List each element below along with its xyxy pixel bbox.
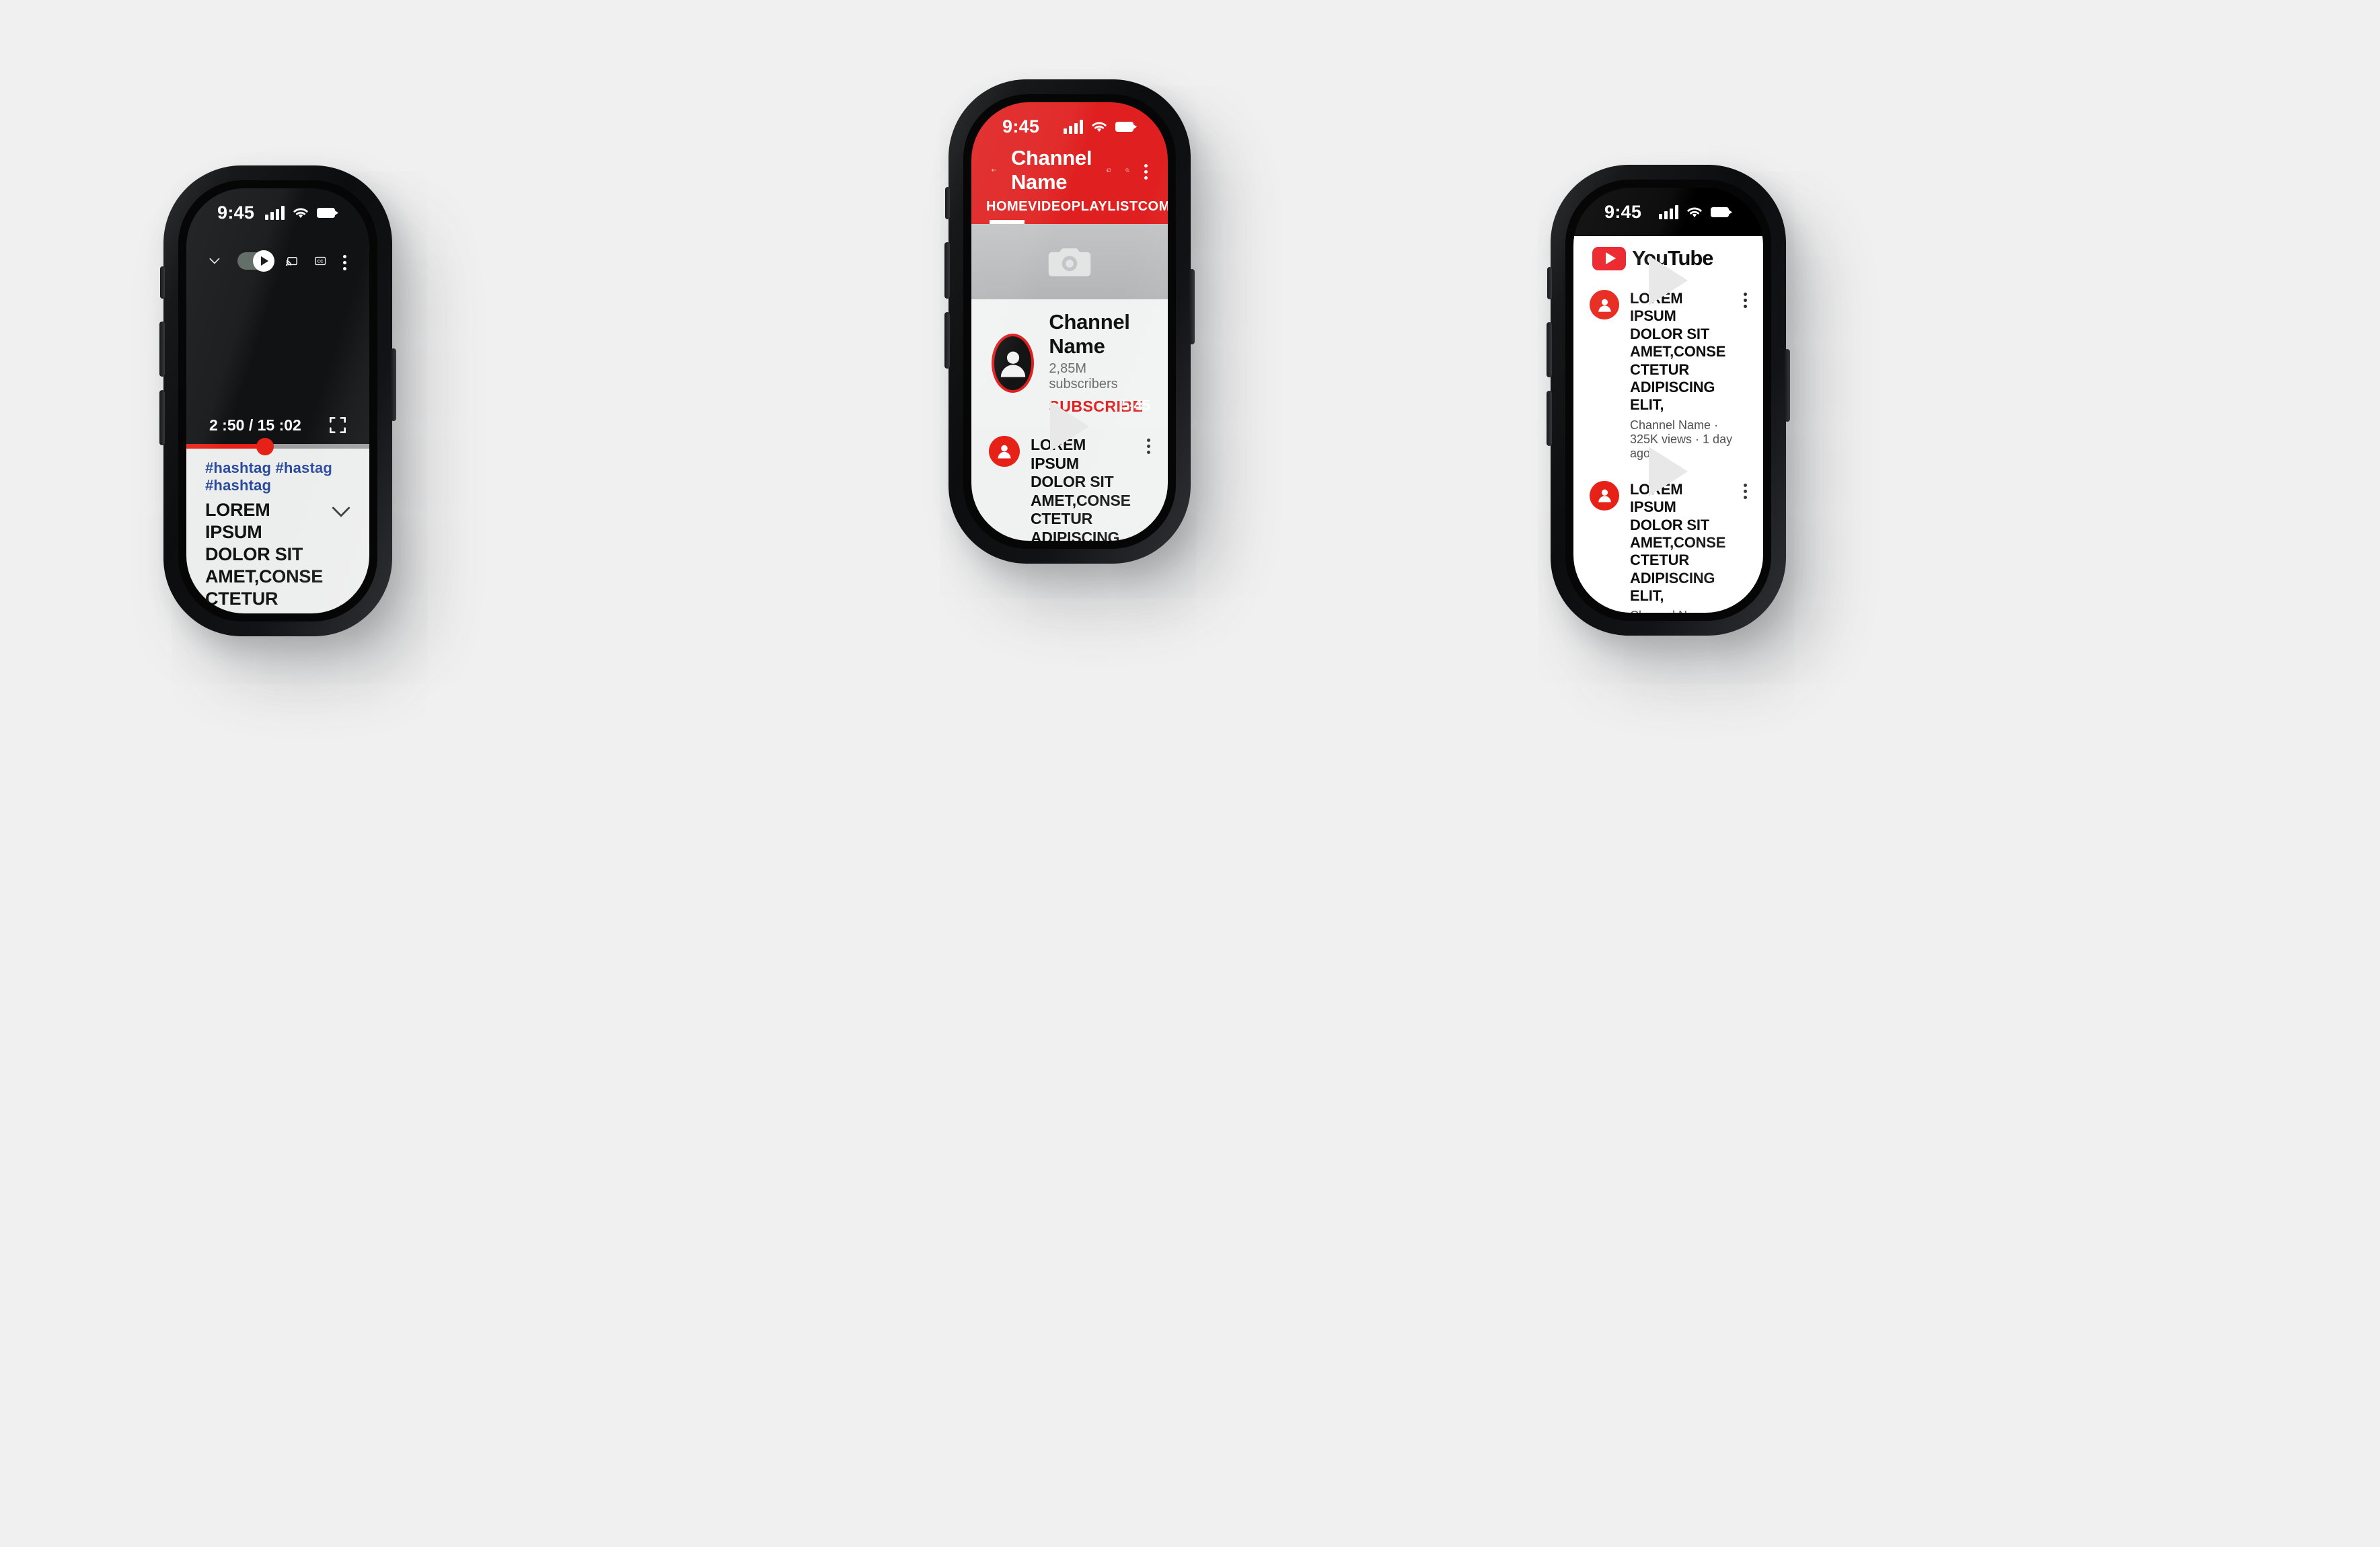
video-player[interactable]: CC 2 :50 / 15 :02: [186, 237, 369, 455]
battery-icon: [1115, 121, 1137, 132]
svg-text:CC: CC: [317, 260, 324, 264]
signal-bars-icon: [1659, 204, 1678, 219]
signal-bars-icon: [265, 205, 285, 220]
battery-icon: [317, 207, 338, 218]
side-button-volume-down[interactable]: [159, 390, 165, 445]
phone-1-video-player: 9:45 CC 2:50 / 15:02 #hashtag #hastag …: [159, 165, 396, 636]
phone-2-channel-page: 9:45 Channel Name HOME VIDEO PLAYLIST CO…: [944, 79, 1195, 564]
video-duration: 5.45: [1717, 251, 1746, 268]
chevron-down-icon[interactable]: [332, 506, 350, 518]
tab-community[interactable]: COMMUNITY: [1138, 192, 1168, 224]
more-vertical-icon[interactable]: [1147, 436, 1150, 454]
video-hashtags[interactable]: #hashtag #hastag #hashtag: [205, 459, 350, 494]
status-icons: [1064, 119, 1137, 134]
player-top-controls: CC: [186, 237, 369, 278]
wifi-icon: [293, 208, 308, 219]
video-title: LOREM IPSUM DOLOR SIT AMET,CONSE CTETUR …: [1630, 290, 1726, 414]
video-duration: 5.45: [1121, 397, 1150, 414]
signal-bars-icon: [1064, 119, 1083, 134]
channel-toolbar: Channel Name: [971, 146, 1168, 194]
phone-2-bezel: 9:45 Channel Name HOME VIDEO PLAYLIST CO…: [963, 94, 1176, 549]
total-time: 15 :02: [257, 416, 301, 434]
channel-tabs: HOME VIDEO PLAYLIST COMMUNITY: [971, 192, 1168, 224]
time-display: 2 :50 / 15 :02: [209, 416, 301, 435]
channel-subscribers: 2,85M subscribers: [1049, 361, 1118, 391]
channel-header: Channel Name HOME VIDEO PLAYLIST COMMUNI…: [971, 146, 1168, 224]
tab-playlist[interactable]: PLAYLIST: [1072, 192, 1138, 224]
phone-2-screen: 9:45 Channel Name HOME VIDEO PLAYLIST CO…: [971, 102, 1168, 541]
account-avatar-icon: [1590, 290, 1619, 319]
status-time: 9:45: [1604, 201, 1642, 222]
more-vertical-icon[interactable]: [1744, 481, 1747, 499]
current-time: 2 :50: [209, 416, 245, 434]
side-button-volume-up[interactable]: [944, 242, 950, 299]
channel-name: Channel Name: [1049, 310, 1130, 358]
status-icons: [265, 205, 338, 220]
side-button-volume-up[interactable]: [159, 322, 165, 377]
phone-3-screen: 9:45 YouTube 5.45 LOREM IPSUM DOLOR SIT …: [1573, 188, 1763, 613]
tab-home[interactable]: HOME: [986, 192, 1028, 224]
side-button-volume-down[interactable]: [1547, 391, 1552, 446]
wifi-icon: [1092, 122, 1107, 133]
phone-2-status-bar: 9:45: [971, 102, 1168, 151]
side-button-power[interactable]: [1189, 269, 1195, 344]
account-avatar-icon: [989, 436, 1020, 467]
video-title: LOREM IPSUM DOLOR SIT AMET,CONSE CTETUR …: [1031, 436, 1131, 541]
cast-icon[interactable]: [285, 252, 297, 270]
status-time: 9:45: [217, 202, 255, 223]
side-button-mute[interactable]: [1547, 267, 1552, 299]
phone-3-bezel: 9:45 YouTube 5.45 LOREM IPSUM DOLOR SIT …: [1565, 180, 1771, 621]
status-icons: [1659, 204, 1732, 219]
player-transport-controls: [186, 278, 369, 406]
side-button-mute[interactable]: [945, 187, 950, 219]
video-duration: 5.45: [1717, 441, 1746, 459]
wifi-icon: [1687, 207, 1702, 218]
video-title: LOREM IPSUM DOLOR SIT AMET,CONSE CTETUR …: [205, 500, 324, 613]
fullscreen-icon[interactable]: [329, 416, 346, 434]
phone-3-home-feed: 9:45 YouTube 5.45 LOREM IPSUM DOLOR SIT …: [1547, 165, 1790, 636]
player-time-row: 2 :50 / 15 :02: [186, 406, 369, 444]
autoplay-toggle-icon[interactable]: [237, 250, 274, 272]
phone-3-status-bar: 9:45: [1573, 188, 1763, 236]
side-button-power[interactable]: [1785, 349, 1790, 422]
phone-1-status-bar: 9:45: [186, 188, 369, 237]
play-icon[interactable]: [1649, 446, 1688, 496]
more-vertical-icon[interactable]: [1744, 290, 1747, 308]
channel-title: Channel Name: [1010, 146, 1092, 194]
phone-1-bezel: 9:45 CC 2:50 / 15:02 #hashtag #hastag …: [178, 180, 377, 621]
phone-1-screen: 9:45 CC 2:50 / 15:02 #hashtag #hastag …: [186, 188, 369, 613]
video-meta: Channel Name · 325K views · 1 day ago: [1630, 609, 1733, 613]
battery-icon: [1711, 206, 1732, 217]
status-time: 9:45: [1002, 116, 1040, 137]
play-icon[interactable]: [1050, 402, 1089, 451]
tab-video[interactable]: VIDEO: [1028, 192, 1072, 224]
more-vertical-icon[interactable]: [343, 252, 346, 270]
search-icon[interactable]: [1125, 161, 1129, 180]
play-icon[interactable]: [1649, 256, 1688, 305]
video-info-section: #hashtag #hastag #hashtag LOREM IPSUM DO…: [186, 449, 369, 613]
account-avatar-icon[interactable]: [992, 333, 1035, 393]
chevron-down-icon[interactable]: [209, 254, 220, 268]
video-progress-bar[interactable]: [186, 437, 369, 455]
cast-icon[interactable]: [1107, 161, 1111, 179]
more-vertical-icon[interactable]: [1144, 161, 1148, 180]
camera-icon: [1048, 248, 1091, 276]
side-button-volume-up[interactable]: [1547, 322, 1552, 377]
video-title: LOREM IPSUM DOLOR SIT AMET,CONSE CTETUR …: [1630, 480, 1726, 605]
arrow-back-icon[interactable]: [992, 162, 996, 178]
side-button-power[interactable]: [391, 348, 396, 421]
time-separator: /: [248, 416, 254, 434]
account-avatar-icon: [1590, 480, 1619, 511]
side-button-mute[interactable]: [160, 266, 165, 299]
closed-captions-icon[interactable]: CC: [314, 253, 326, 269]
channel-banner[interactable]: [971, 224, 1168, 299]
progress-scrubber[interactable]: [256, 437, 274, 455]
side-button-volume-down[interactable]: [944, 312, 950, 369]
